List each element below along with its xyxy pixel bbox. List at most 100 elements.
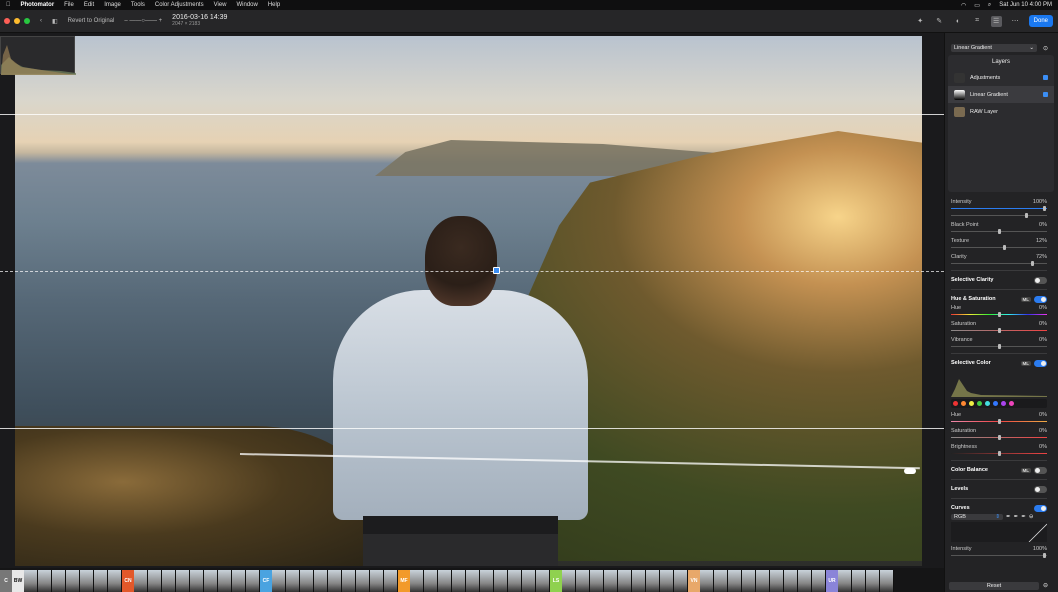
menu-app-name[interactable]: Photomator <box>21 2 55 8</box>
layer-visibility-checkbox[interactable] <box>1043 92 1048 97</box>
ml-badge[interactable]: ML <box>1020 296 1031 302</box>
selective-color-section[interactable]: Selective Color ML <box>951 357 1047 369</box>
levels-section[interactable]: Levels <box>951 483 1047 495</box>
preset-category-c[interactable]: C <box>0 570 12 592</box>
color-balance-toggle[interactable] <box>1034 466 1047 474</box>
layer-adjustments[interactable]: Adjustments <box>948 69 1054 86</box>
menu-color-adjustments[interactable]: Color Adjustments <box>155 2 204 8</box>
preset-thumbs-vn[interactable] <box>700 570 826 592</box>
curves-section[interactable]: Curves <box>951 502 1047 514</box>
selective-clarity-section[interactable]: Selective Clarity <box>951 274 1047 286</box>
gradient-guide-top[interactable] <box>0 114 944 115</box>
compare-icon[interactable]: ◧ <box>52 18 58 25</box>
layer-visibility-checkbox[interactable] <box>1043 75 1048 80</box>
curves-graph[interactable] <box>951 522 1048 543</box>
bottom-intensity-slider[interactable] <box>951 553 1047 558</box>
preset-thumbs-cf[interactable] <box>272 570 398 592</box>
preset-thumbs-bw[interactable] <box>24 570 122 592</box>
preset-category-cf[interactable]: CF <box>260 570 272 592</box>
adjustments-icon[interactable]: ☰ <box>990 15 1002 27</box>
zoom-slider-icon[interactable]: – ——○—— + <box>124 18 162 24</box>
clarity-slider[interactable] <box>951 261 1047 266</box>
slider-knob[interactable] <box>998 328 1001 333</box>
preset-thumbs-mf[interactable] <box>410 570 550 592</box>
swatch-cyan[interactable] <box>985 401 990 406</box>
sc-brightness-slider[interactable] <box>951 451 1047 456</box>
close-window-icon[interactable] <box>4 18 10 24</box>
menu-window[interactable]: Window <box>237 2 258 8</box>
preset-category-cn[interactable]: CN <box>122 570 134 592</box>
slider-knob[interactable] <box>998 312 1001 317</box>
battery-icon[interactable]: ▭ <box>974 2 980 9</box>
slider-knob[interactable] <box>998 344 1001 349</box>
more-circle-icon[interactable]: ⊙ <box>1043 45 1048 52</box>
swatch-orange[interactable] <box>961 401 966 406</box>
hue-saturation-section[interactable]: Hue & Saturation ML <box>951 293 1047 305</box>
selective-color-toggle[interactable] <box>1034 359 1047 367</box>
wifi-icon[interactable]: ◠ <box>961 2 966 9</box>
menu-help[interactable]: Help <box>268 2 280 8</box>
eyedropper-gray-icon[interactable]: ✒ <box>1014 514 1019 520</box>
preset-category-ur[interactable]: UR <box>826 570 838 592</box>
back-chevron-icon[interactable]: ‹ <box>40 18 42 24</box>
menu-clock[interactable]: Sat Jun 10 4:00 PM <box>999 2 1052 8</box>
color-balance-section[interactable]: Color Balance ML <box>951 464 1047 476</box>
preset-thumbs-ls[interactable] <box>562 570 688 592</box>
preset-category-ls[interactable]: LS <box>550 570 562 592</box>
curves-toggle[interactable] <box>1034 504 1047 512</box>
slider-knob[interactable] <box>998 419 1001 424</box>
slider-knob[interactable] <box>998 435 1001 440</box>
curves-options-icon[interactable]: ⊖ <box>1029 514 1034 520</box>
saturation-slider[interactable] <box>951 328 1047 333</box>
slider-knob[interactable] <box>1003 245 1006 250</box>
vibrance-slider[interactable] <box>951 344 1047 349</box>
brush-icon[interactable]: ✎ <box>934 16 945 27</box>
minimize-window-icon[interactable] <box>14 18 20 24</box>
slider-knob[interactable] <box>1025 213 1028 218</box>
slider-knob[interactable] <box>1043 553 1046 558</box>
preset-thumbs-cn[interactable] <box>134 570 260 592</box>
swatch-yellow[interactable] <box>969 401 974 406</box>
menu-file[interactable]: File <box>64 2 74 8</box>
slider-knob[interactable] <box>1043 206 1046 211</box>
intensity-slider[interactable] <box>951 206 1047 211</box>
slider-knob[interactable] <box>998 451 1001 456</box>
slider-knob[interactable] <box>998 229 1001 234</box>
revert-button[interactable]: Revert to Original <box>68 18 115 24</box>
eyedropper-black-icon[interactable]: ✒ <box>1006 514 1011 520</box>
curves-channel-select[interactable]: RGB ⇕ <box>951 514 1003 520</box>
texture-slider[interactable] <box>951 245 1047 250</box>
photo-image[interactable] <box>15 36 922 566</box>
slider-knob[interactable] <box>1031 261 1034 266</box>
reset-options-icon[interactable]: ⊖ <box>1043 582 1048 589</box>
menu-image[interactable]: Image <box>104 2 121 8</box>
preset-category-vn[interactable]: VN <box>688 570 700 592</box>
gradient-handle[interactable] <box>493 267 500 274</box>
levels-toggle[interactable] <box>1034 485 1047 493</box>
sc-hue-slider[interactable] <box>951 419 1047 424</box>
black-point-slider[interactable] <box>951 229 1047 234</box>
swatch-red[interactable] <box>953 401 958 406</box>
histogram-overlay[interactable] <box>0 36 76 75</box>
magic-wand-icon[interactable]: ✦ <box>915 16 926 27</box>
apple-icon[interactable]:  <box>6 2 11 8</box>
menu-edit[interactable]: Edit <box>84 2 94 8</box>
ml-badge[interactable]: ML <box>1020 467 1031 473</box>
rotation-handle[interactable] <box>904 468 916 474</box>
layer-raw[interactable]: RAW Layer <box>948 103 1054 120</box>
gradient-guide-center[interactable] <box>0 271 944 272</box>
search-icon[interactable]: ⌕ <box>988 2 991 9</box>
zoom-window-icon[interactable] <box>24 18 30 24</box>
color-picker-icon[interactable]: ◐ <box>953 16 964 27</box>
crop-icon[interactable]: ⌗ <box>972 16 983 27</box>
eyedropper-white-icon[interactable]: ✒ <box>1021 514 1026 520</box>
swatch-green[interactable] <box>977 401 982 406</box>
gradient-guide-bottom[interactable] <box>0 428 944 429</box>
more-options-icon[interactable]: ⋯ <box>1010 16 1021 27</box>
preset-dropdown[interactable]: Linear Gradient ⌄ <box>951 44 1037 52</box>
menu-view[interactable]: View <box>214 2 227 8</box>
preset-category-bw[interactable]: BW <box>12 570 24 592</box>
hue-saturation-toggle[interactable] <box>1034 295 1047 303</box>
sc-saturation-slider[interactable] <box>951 435 1047 440</box>
preset-thumbs-ur[interactable] <box>838 570 894 592</box>
